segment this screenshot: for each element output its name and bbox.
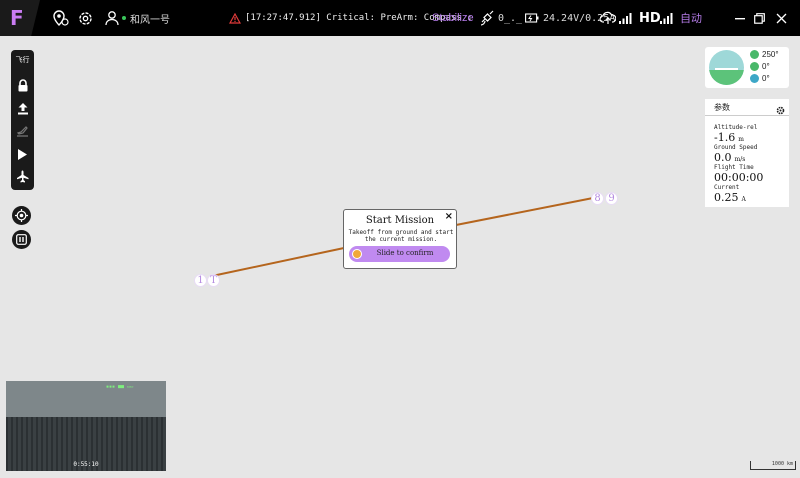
upload-button[interactable] (11, 101, 34, 115)
attitude-indicator[interactable]: 250° 0° 0° (705, 47, 789, 88)
pitch-icon (750, 62, 759, 71)
waypoint-marker[interactable]: 9 (605, 192, 618, 205)
locate-vehicle-button[interactable] (12, 206, 31, 225)
slider-label: Slide to confirm (376, 249, 434, 257)
slide-to-confirm[interactable]: Slide to confirm (349, 246, 450, 262)
video-status-icons: ▪▪▪ ■■ ▭▭ (106, 384, 134, 390)
lock-icon (18, 78, 27, 91)
heading-value: 250° (762, 50, 779, 59)
altitude-label: Altitude-rel (714, 124, 758, 131)
start-mission-dialog: Start Mission × Takeoff from ground and … (343, 209, 457, 269)
roll-row: 0° (750, 74, 770, 83)
plane-mode-button[interactable] (11, 169, 34, 183)
waypoint-marker[interactable]: 1 (194, 274, 207, 287)
horizon-line (715, 68, 738, 70)
left-toolbar: 飞行 (11, 50, 34, 190)
arm-button[interactable] (11, 78, 34, 92)
ground-speed-label: Ground Speed (714, 144, 758, 151)
mission-line-segment (455, 197, 594, 226)
heading-row: 250° (750, 50, 779, 59)
upload-icon (17, 102, 28, 114)
play-icon (18, 148, 27, 160)
roll-icon (750, 74, 759, 83)
ground-speed-value: 0.0 m/s (714, 151, 746, 164)
horizon-ground (709, 70, 744, 85)
parameters-panel: 参数 Altitude-rel -1.6 m Ground Speed 0.0 m/… (705, 99, 789, 207)
video-background-wall (6, 381, 166, 417)
current-label: Current (714, 184, 740, 191)
parameters-settings-icon[interactable] (776, 102, 785, 120)
heading-icon (750, 50, 759, 59)
flight-time-value: 00:00:00 (714, 171, 764, 184)
dialog-description: Takeoff from ground and start the curren… (348, 229, 454, 243)
slider-handle[interactable] (352, 249, 362, 259)
pitch-value: 0° (762, 62, 770, 71)
video-timestamp: 0:55:10 (73, 461, 99, 468)
map-scale-label: 1000 km (771, 461, 793, 467)
fly-label: 飞行 (15, 57, 30, 64)
artificial-horizon (709, 50, 744, 85)
waypoint-marker[interactable]: 8 (591, 192, 604, 205)
altitude-value: -1.6 m (714, 131, 744, 144)
roll-value: 0° (762, 74, 770, 83)
flight-time-label: Flight Time (714, 164, 754, 171)
pitch-row: 0° (750, 62, 770, 71)
dialog-close-button[interactable]: × (445, 211, 453, 222)
crosshair-icon (15, 209, 28, 222)
dialog-title: Start Mission (365, 215, 435, 226)
map-scale: 1000 km (750, 461, 796, 470)
start-mission-button[interactable] (11, 147, 34, 161)
pause-button[interactable] (12, 230, 31, 249)
takeoff-marker[interactable]: T (207, 274, 220, 287)
video-feed[interactable]: ▪▪▪ ■■ ▭▭ 0:55:10 (6, 381, 166, 471)
parameters-header: 参数 (705, 99, 789, 116)
airplane-icon (17, 170, 29, 182)
takeoff-icon (16, 125, 28, 137)
mission-line-segment (211, 247, 345, 277)
fly-tab[interactable]: 飞行 (11, 54, 34, 66)
pause-icon (16, 234, 27, 245)
current-value: 0.25 A (714, 191, 746, 204)
takeoff-button[interactable] (11, 124, 34, 138)
parameters-title: 参数 (714, 103, 730, 112)
